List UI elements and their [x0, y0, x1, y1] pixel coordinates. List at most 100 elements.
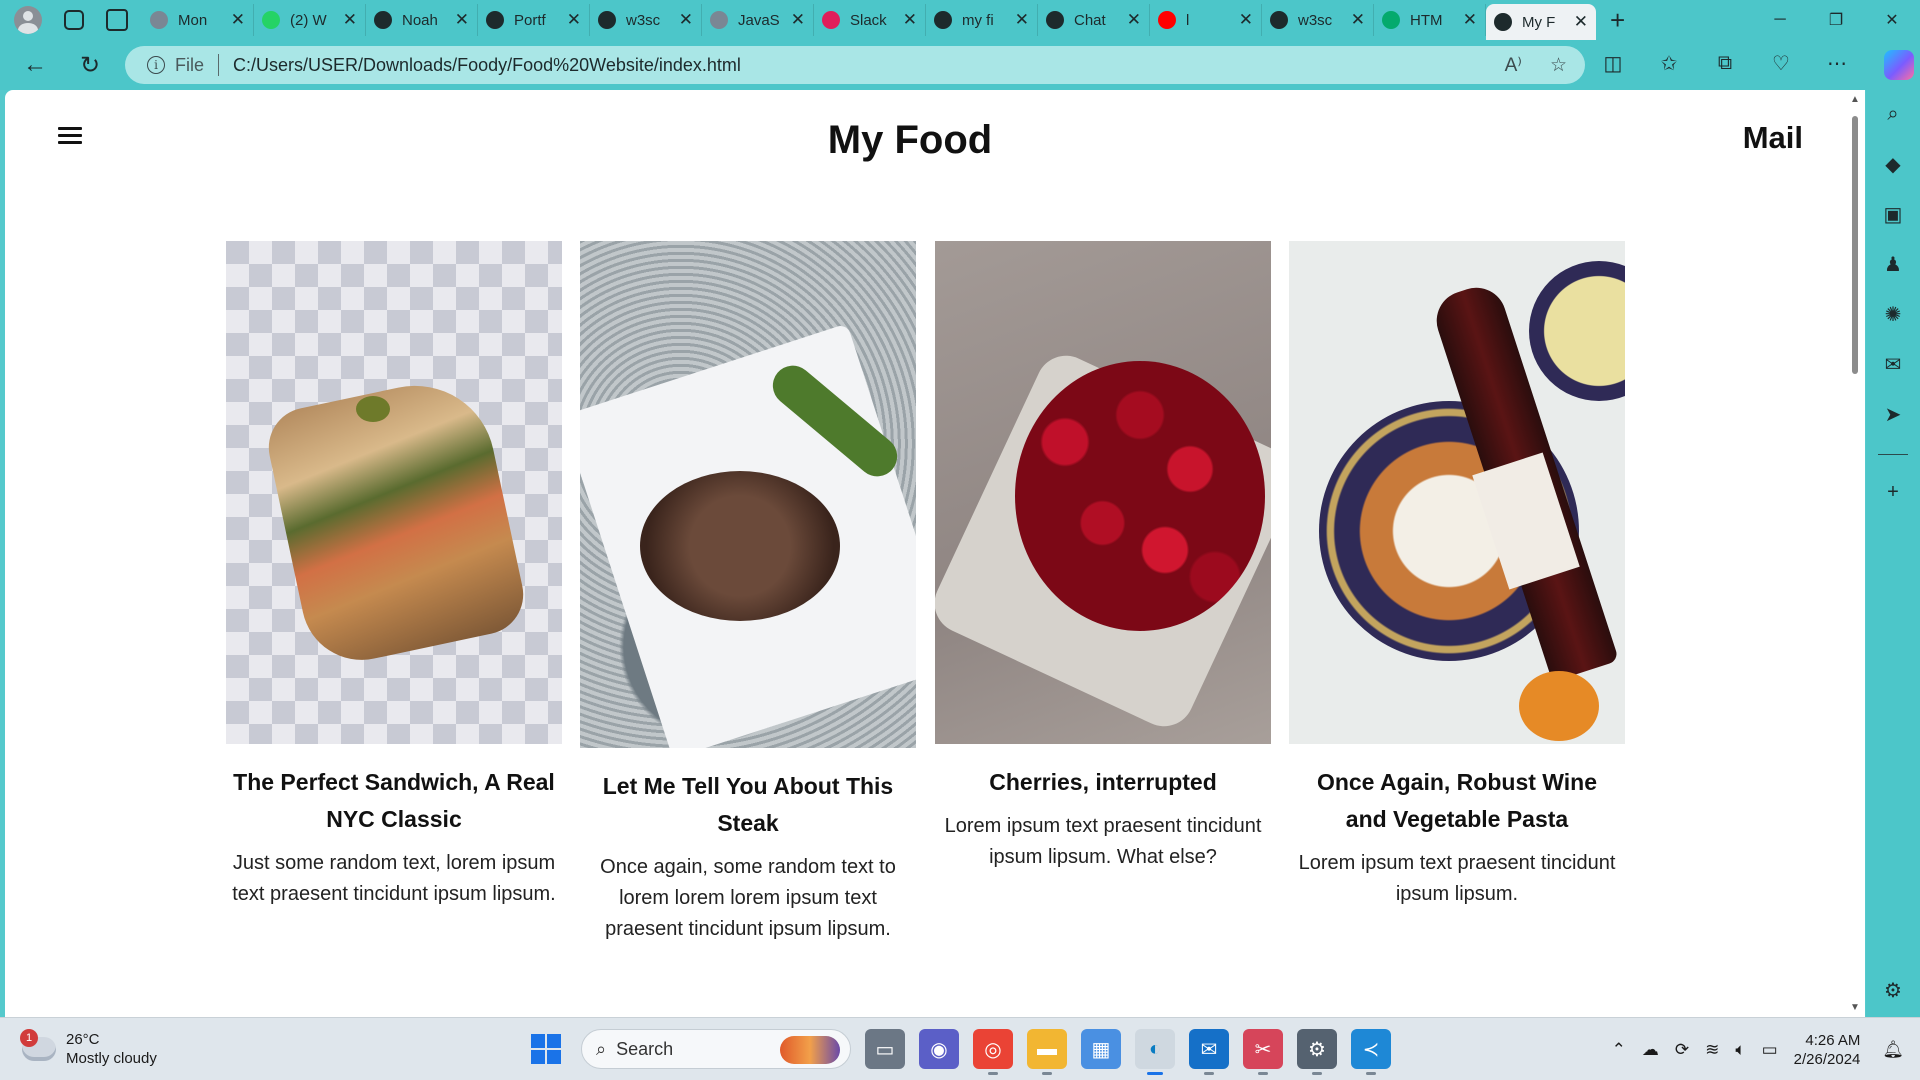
sandwich-photo[interactable] — [226, 241, 562, 744]
mail-icon[interactable]: ✉ — [1189, 1029, 1229, 1075]
sync-icon[interactable]: ⟳ — [1675, 1040, 1689, 1060]
browser-tab[interactable]: l ✕ — [1150, 4, 1262, 36]
copilot-icon[interactable] — [1884, 50, 1914, 80]
food-card-cherries: Cherries, interrupted Lorem ipsum text p… — [935, 241, 1271, 873]
chrome-icon[interactable]: ◎ — [973, 1029, 1013, 1075]
close-tab-icon[interactable]: ✕ — [343, 10, 357, 30]
browser-tab[interactable]: Slack ✕ — [814, 4, 926, 36]
browser-tab[interactable]: Portf ✕ — [478, 4, 590, 36]
close-tab-icon[interactable]: ✕ — [1463, 10, 1477, 30]
youtube-icon — [1158, 11, 1176, 29]
favorites-icon[interactable]: ✩ — [1656, 50, 1682, 76]
close-window-button[interactable]: ✕ — [1864, 0, 1920, 40]
browser-tab[interactable]: My F ✕ — [1486, 4, 1596, 40]
battery-icon[interactable]: ▭ — [1762, 1040, 1778, 1060]
browser-tab[interactable]: Chat ✕ — [1038, 4, 1150, 36]
tab-title: w3sc — [1298, 11, 1333, 29]
close-tab-icon[interactable]: ✕ — [1239, 10, 1253, 30]
start-button[interactable] — [525, 1028, 567, 1070]
page-viewport: My Food Mail The Perfect Sandwich, A Rea… — [5, 90, 1865, 1017]
teams-icon[interactable]: ◉ — [919, 1029, 959, 1069]
more-menu-icon[interactable]: ⋯ — [1824, 50, 1850, 76]
profile-avatar[interactable] — [14, 6, 42, 34]
workspaces-icon[interactable] — [64, 10, 84, 30]
search-icon — [598, 11, 616, 29]
sidebar-shopping-icon[interactable]: ◆ — [1881, 152, 1905, 176]
steak-photo[interactable] — [580, 241, 916, 748]
sidebar-outlook-icon[interactable]: ✉ — [1881, 352, 1905, 376]
browser-tab[interactable]: w3sc ✕ — [590, 4, 702, 36]
taskbar-apps: ⌕ Search ▭ ◉ ◎ ▬ ▦ ◐ ✉ ✂ ⚙ ≺ — [525, 1028, 1391, 1075]
close-tab-icon[interactable]: ✕ — [231, 10, 245, 30]
tab-actions-icon[interactable] — [106, 9, 128, 31]
browser-tab[interactable]: Noah ✕ — [366, 4, 478, 36]
page-icon — [486, 11, 504, 29]
close-tab-icon[interactable]: ✕ — [1574, 12, 1588, 32]
mail-link[interactable]: Mail — [1743, 120, 1803, 156]
sidebar-games-icon[interactable]: ♟ — [1881, 252, 1905, 276]
wifi-icon[interactable]: ≋ — [1705, 1040, 1719, 1060]
browser-tab[interactable]: my fi ✕ — [926, 4, 1038, 36]
file-explorer-icon[interactable]: ▬ — [1027, 1029, 1067, 1075]
split-screen-icon[interactable]: ◫ — [1600, 50, 1626, 76]
wine-pasta-photo[interactable] — [1289, 241, 1625, 744]
close-tab-icon[interactable]: ✕ — [567, 10, 581, 30]
volume-icon[interactable]: 🔈︎ — [1735, 1040, 1745, 1060]
close-tab-icon[interactable]: ✕ — [455, 10, 469, 30]
browser-tab[interactable]: w3sc ✕ — [1262, 4, 1374, 36]
browser-tab[interactable]: (2) W ✕ — [254, 4, 366, 36]
notification-badge: 1 — [20, 1029, 38, 1047]
taskbar: 1 26°C Mostly cloudy ⌕ Search ▭ ◉ ◎ ▬ ▦ … — [0, 1017, 1920, 1080]
weather-widget[interactable]: 1 26°C Mostly cloudy — [20, 1029, 157, 1068]
sidebar-settings-icon[interactable]: ⚙ — [1881, 978, 1905, 1002]
task-view-icon[interactable]: ▭ — [865, 1029, 905, 1069]
tab-title: JavaS — [738, 11, 780, 29]
sidebar-copilot-icon[interactable]: ✺ — [1881, 302, 1905, 326]
tray-overflow-chevron-icon[interactable]: ⌃ — [1612, 1040, 1626, 1060]
tab-title: Chat — [1074, 11, 1106, 29]
scroll-thumb[interactable] — [1852, 116, 1858, 374]
sidebar-add-icon[interactable]: + — [1881, 480, 1905, 504]
onedrive-icon[interactable]: ☁ — [1642, 1040, 1659, 1060]
close-tab-icon[interactable]: ✕ — [1127, 10, 1141, 30]
sidebar-send-icon[interactable]: ➤ — [1881, 402, 1905, 426]
edge-icon[interactable]: ◐ — [1135, 1029, 1175, 1075]
close-tab-icon[interactable]: ✕ — [1351, 10, 1365, 30]
refresh-button[interactable]: ↻ — [75, 50, 105, 80]
page-scrollbar[interactable]: ▲ ▼ — [1846, 90, 1864, 1017]
close-tab-icon[interactable]: ✕ — [1015, 10, 1029, 30]
tab-title: Mon — [178, 11, 208, 29]
address-bar[interactable]: i File C:/Users/USER/Downloads/Foody/Foo… — [125, 46, 1585, 84]
back-button[interactable]: ← — [20, 50, 50, 80]
sidebar-tools-icon[interactable]: ▣ — [1881, 202, 1905, 226]
vscode-icon[interactable]: ≺ — [1351, 1029, 1391, 1075]
read-aloud-icon[interactable]: A⁾ — [1505, 54, 1522, 77]
collections-icon[interactable]: ⧉ — [1712, 50, 1738, 76]
card-heading: The Perfect Sandwich, A Real NYC Classic — [233, 769, 555, 832]
clock[interactable]: 4:26 AM 2/26/2024 — [1794, 1031, 1861, 1069]
url-text[interactable]: C:/Users/USER/Downloads/Foody/Food%20Web… — [233, 55, 741, 76]
system-tray: ⌃ ☁ ⟳ ≋ 🔈︎ ▭ 4:26 AM 2/26/2024 🔔︎ — [1612, 1018, 1920, 1080]
scroll-up-arrow-icon[interactable]: ▲ — [1850, 94, 1860, 105]
close-tab-icon[interactable]: ✕ — [679, 10, 693, 30]
close-tab-icon[interactable]: ✕ — [903, 10, 917, 30]
snipping-tool-icon[interactable]: ✂ — [1243, 1029, 1283, 1075]
browser-tab[interactable]: HTM ✕ — [1374, 4, 1486, 36]
new-tab-button[interactable]: + — [1610, 7, 1625, 33]
scroll-down-arrow-icon[interactable]: ▼ — [1850, 1002, 1860, 1013]
info-icon[interactable]: i — [147, 56, 165, 74]
cherries-photo[interactable] — [935, 241, 1271, 744]
notifications-bell-icon[interactable]: 🔔︎ — [1882, 1040, 1904, 1060]
browser-tab[interactable]: JavaS ✕ — [702, 4, 814, 36]
close-tab-icon[interactable]: ✕ — [791, 10, 805, 30]
restore-button[interactable]: ❐ — [1808, 0, 1864, 40]
minimize-button[interactable]: ─ — [1752, 0, 1808, 40]
taskbar-search[interactable]: ⌕ Search — [581, 1029, 851, 1069]
search-placeholder: Search — [616, 1038, 674, 1059]
browser-tab[interactable]: Mon ✕ — [142, 4, 254, 36]
browser-essentials-icon[interactable]: ♡ — [1768, 50, 1794, 76]
sidebar-search-icon[interactable]: ⌕ — [1881, 102, 1905, 126]
store-icon[interactable]: ▦ — [1081, 1029, 1121, 1069]
favorite-star-icon[interactable]: ☆ — [1550, 54, 1567, 77]
settings-icon[interactable]: ⚙ — [1297, 1029, 1337, 1075]
